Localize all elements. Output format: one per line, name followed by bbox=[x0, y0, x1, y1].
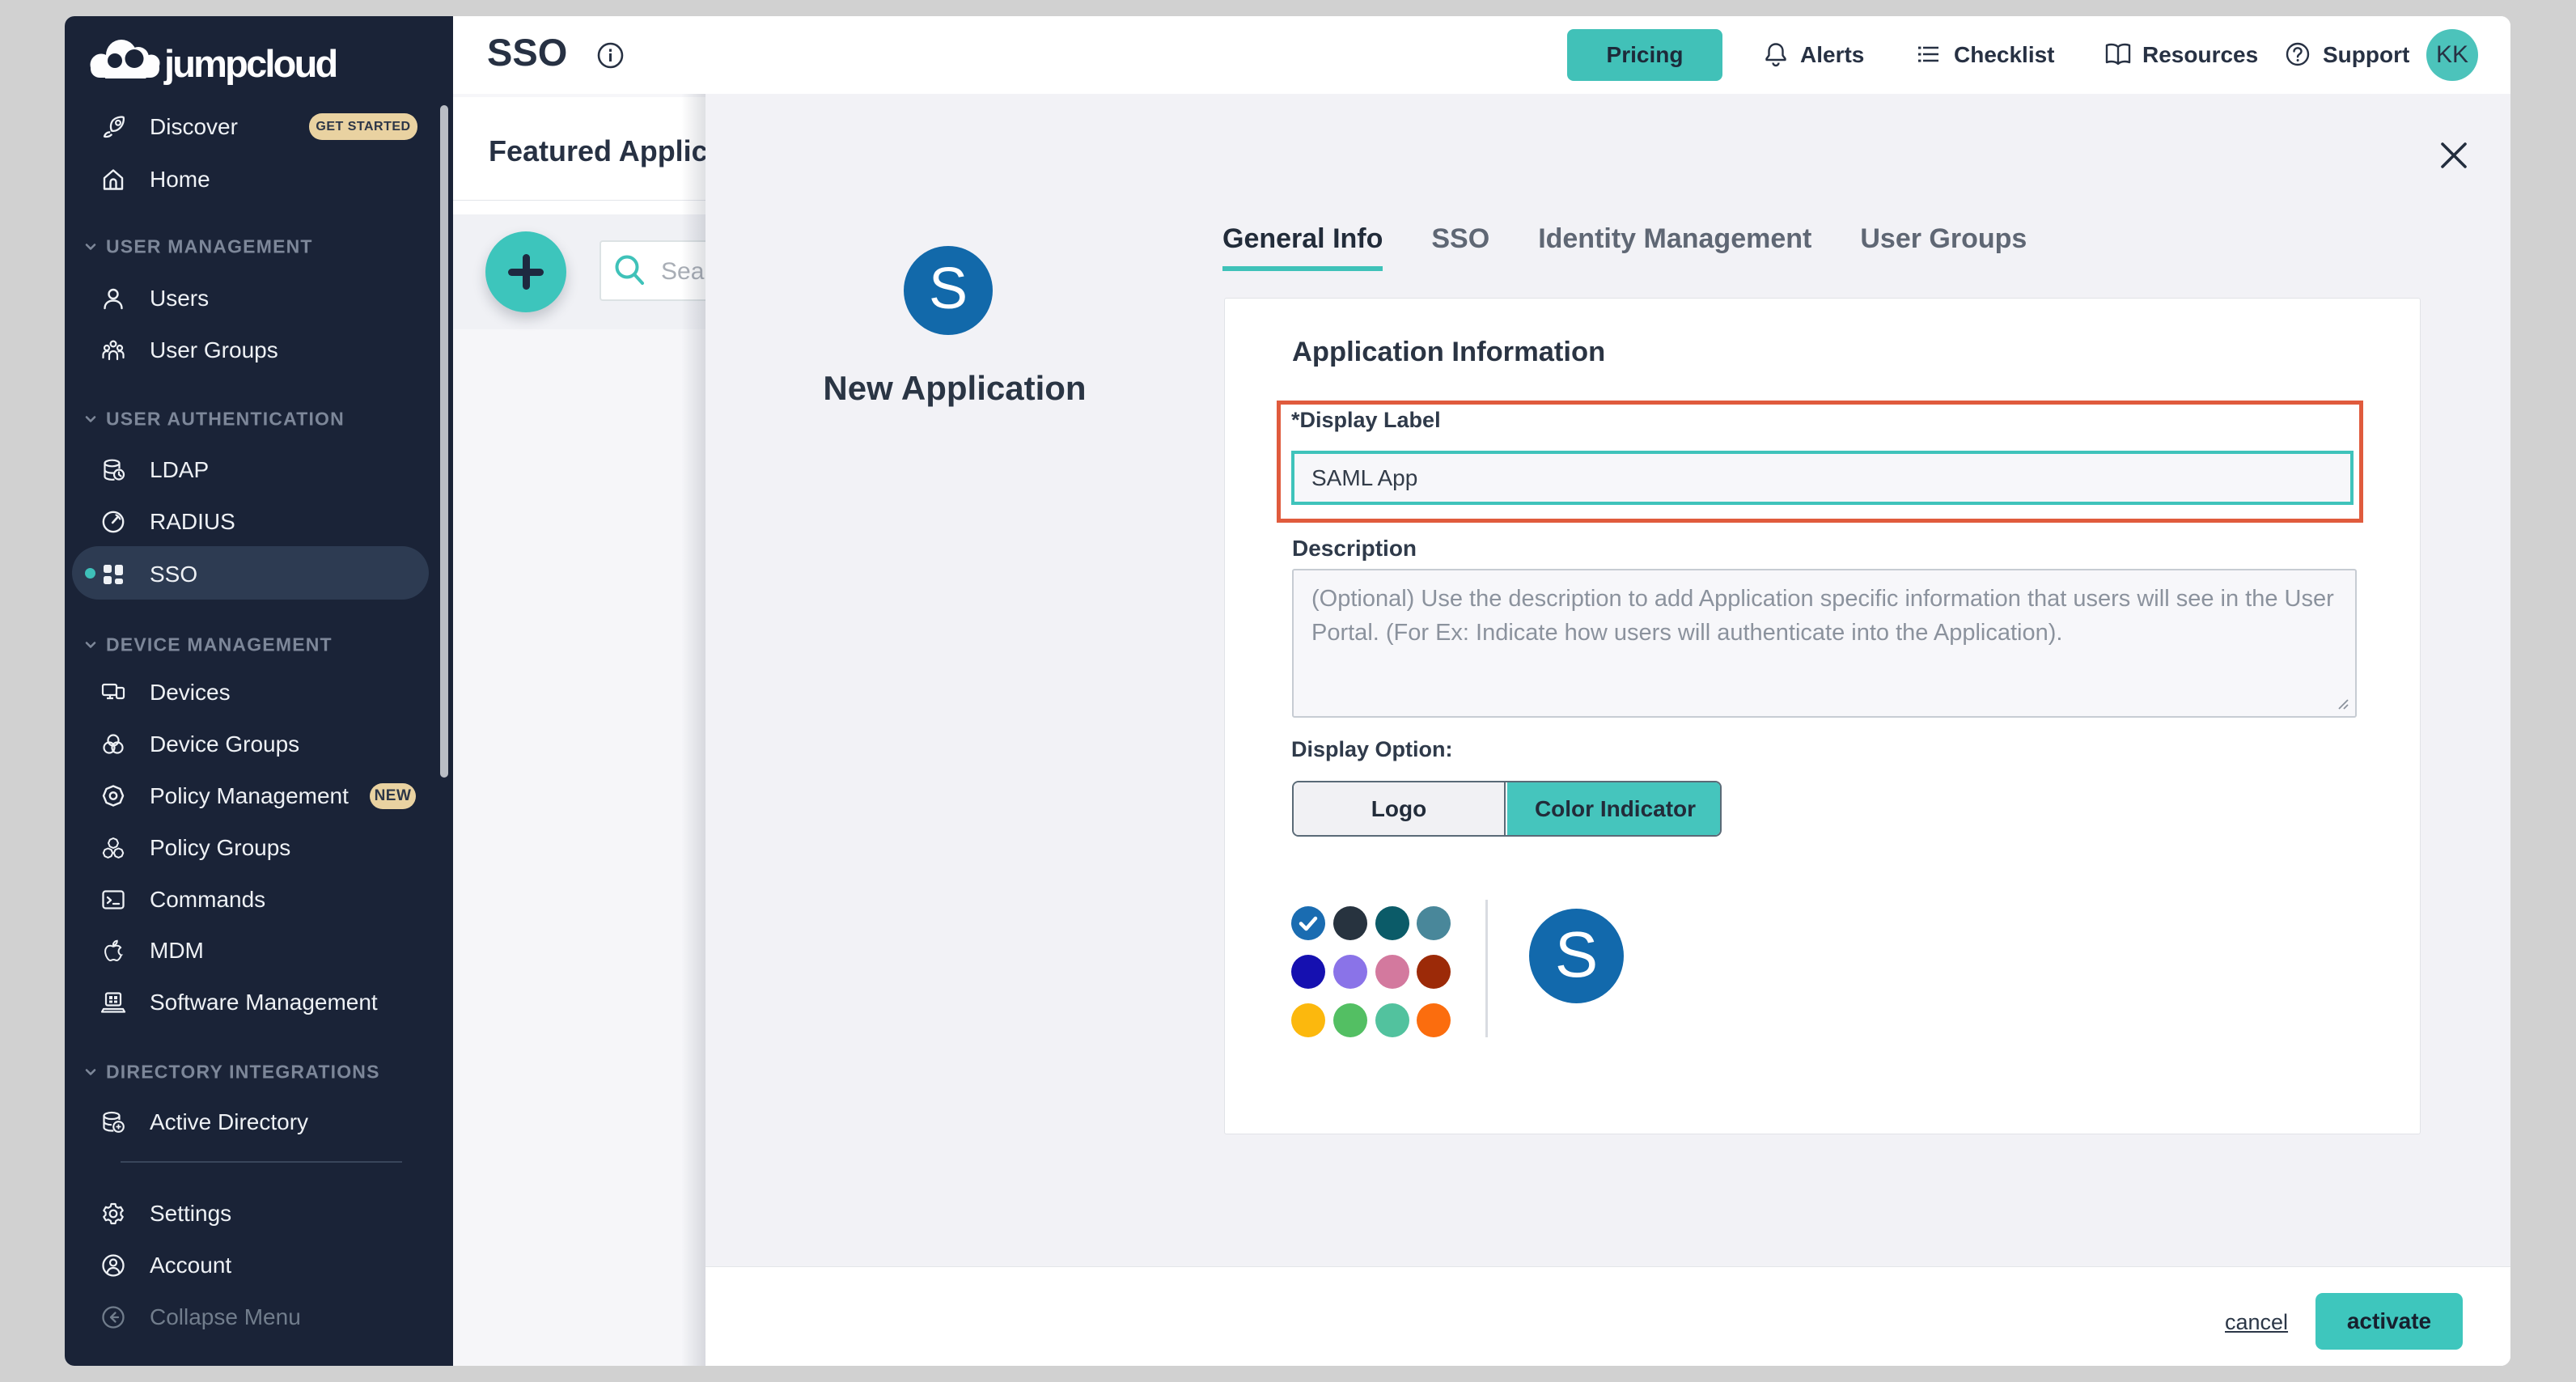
svg-text:jumpcloud: jumpcloud bbox=[163, 42, 336, 85]
